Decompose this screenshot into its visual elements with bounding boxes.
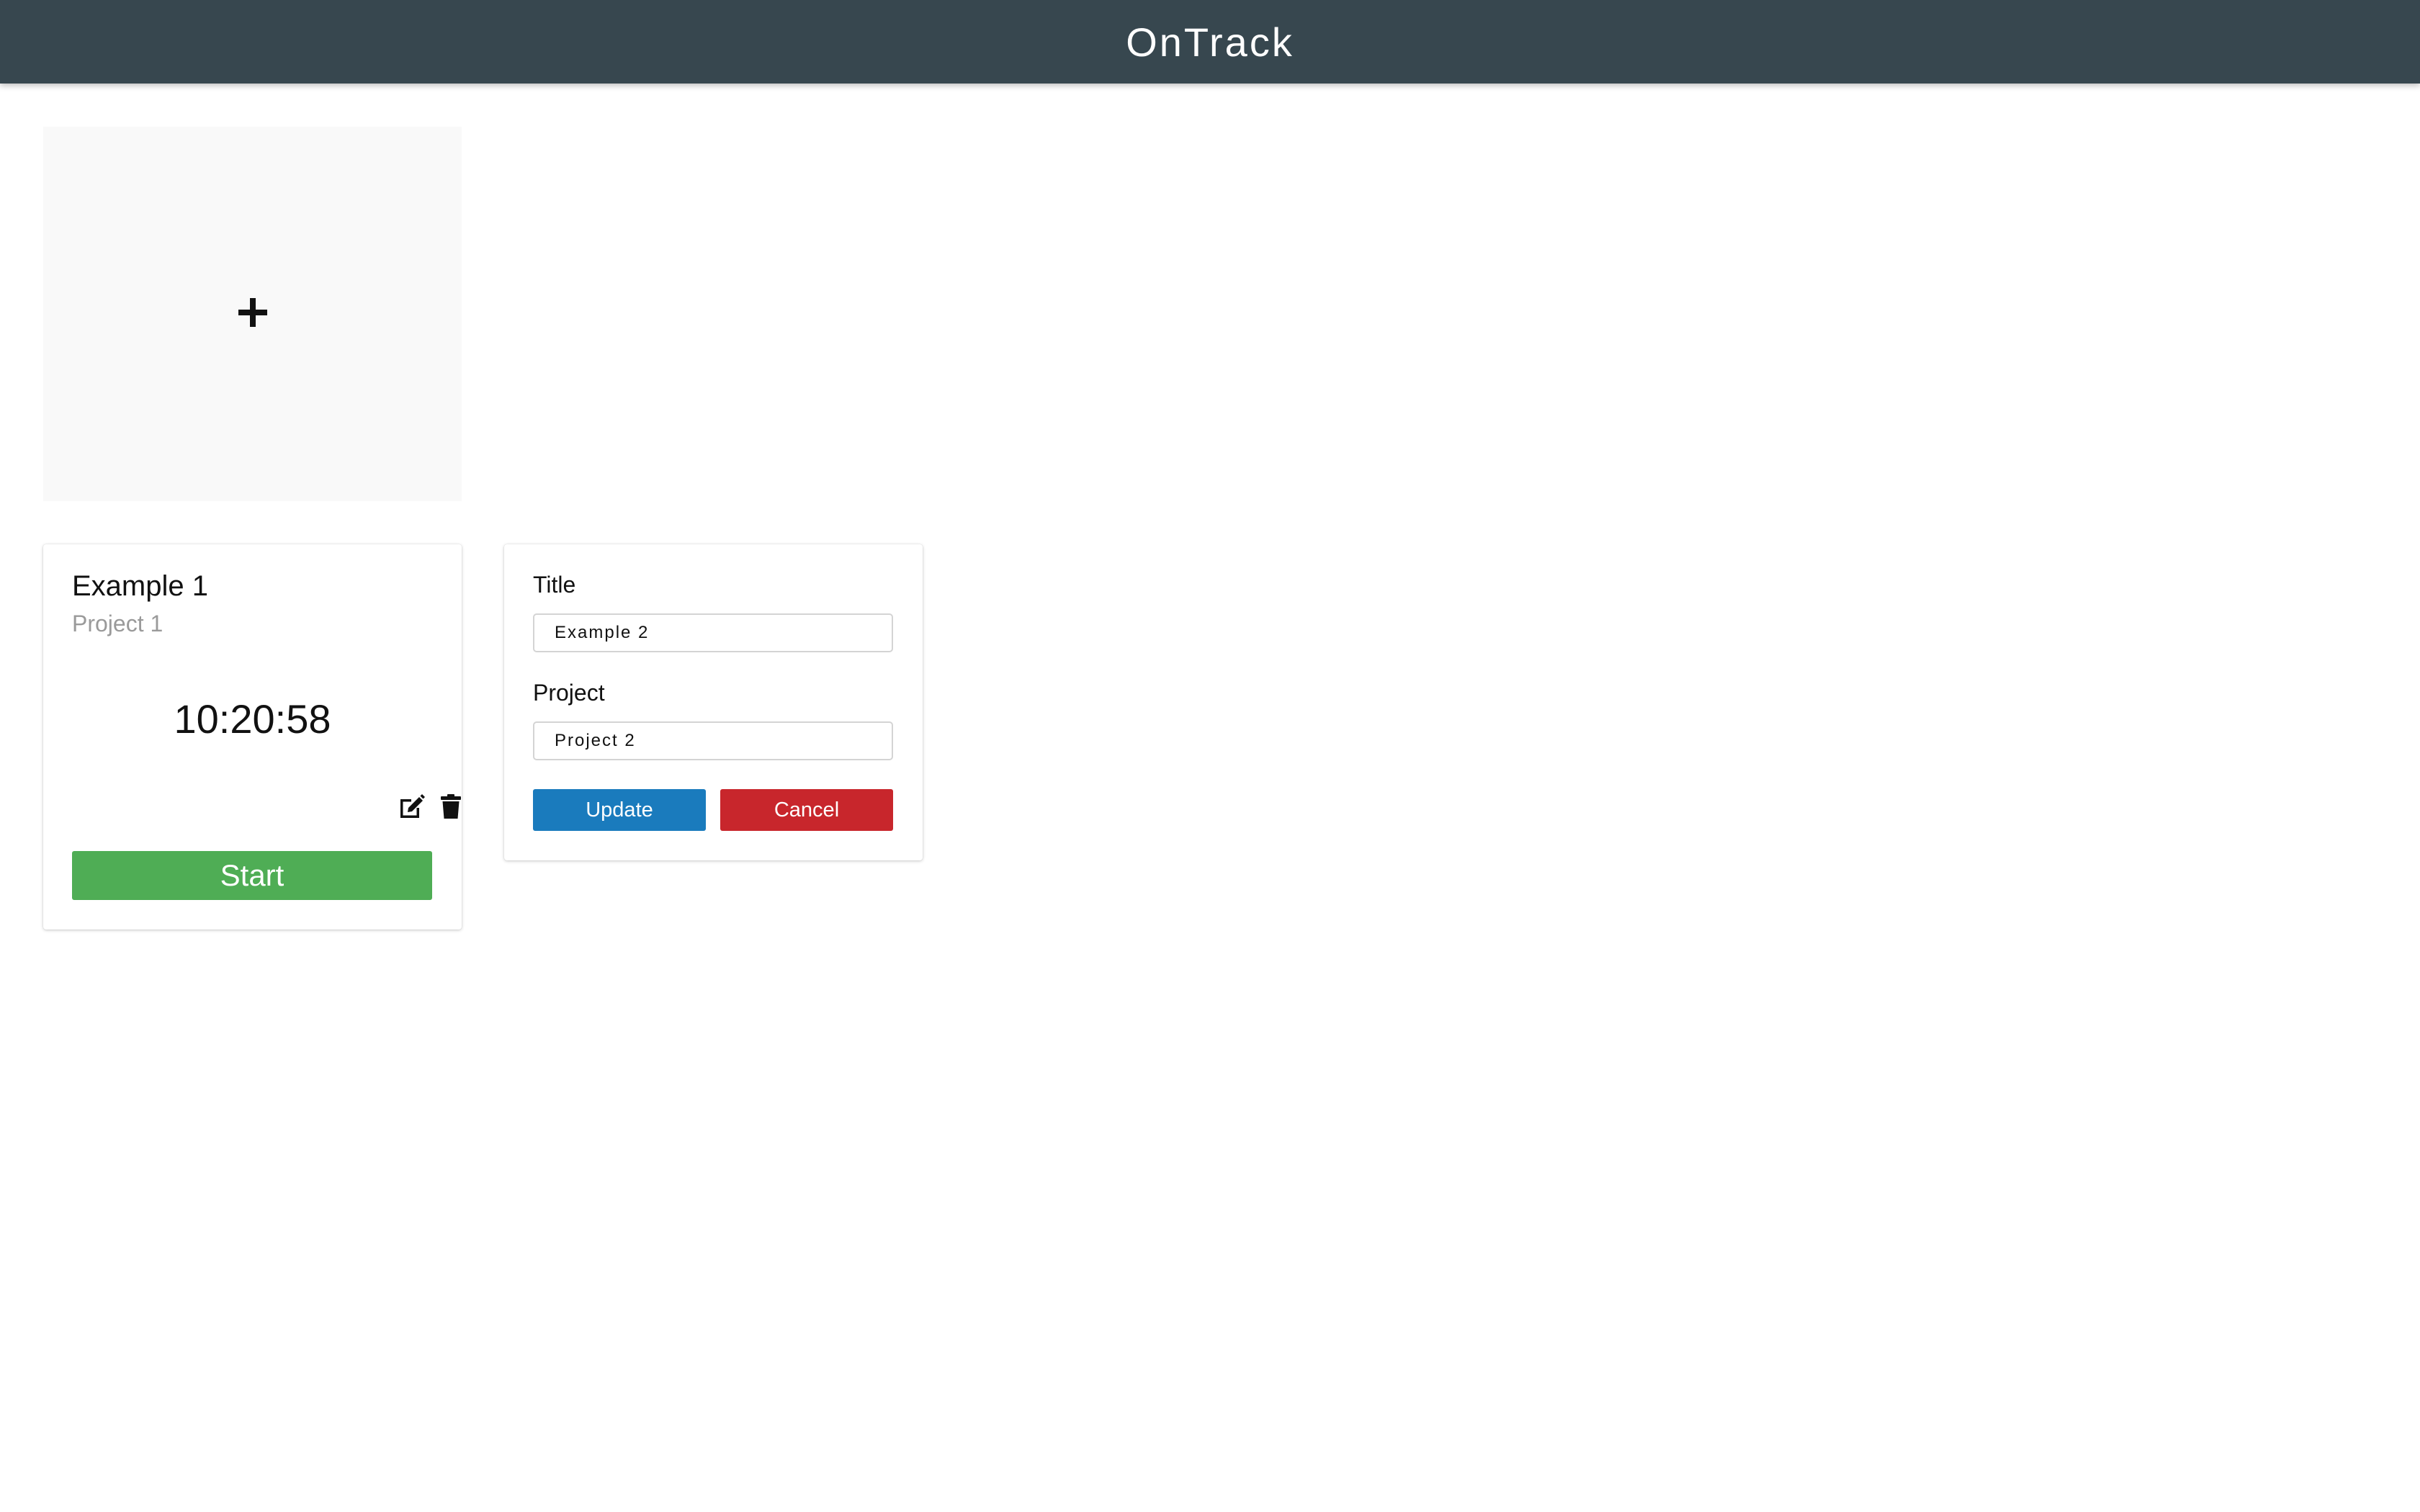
edit-icon [398, 793, 426, 823]
timer-title: Example 1 [72, 570, 208, 602]
elapsed-time: 10:20:58 [174, 696, 331, 742]
app-title: OnTrack [1126, 19, 1294, 65]
timer-card: Example 1 Project 1 10:20:58 Start [43, 544, 462, 930]
delete-button[interactable] [436, 793, 465, 822]
edit-timer-form: Title Project Update Cancel [504, 544, 923, 860]
plus-icon [237, 297, 269, 332]
update-button[interactable]: Update [533, 789, 706, 831]
start-button[interactable]: Start [72, 851, 432, 900]
project-field-label: Project [533, 680, 605, 706]
title-input[interactable] [533, 613, 893, 652]
project-input[interactable] [533, 721, 893, 760]
edit-button[interactable] [398, 793, 426, 822]
title-field-label: Title [533, 572, 576, 598]
trash-icon [440, 793, 462, 823]
timer-project: Project 1 [72, 611, 163, 636]
cancel-button[interactable]: Cancel [720, 789, 893, 831]
add-timer-button[interactable] [43, 127, 462, 501]
app-header: OnTrack [0, 0, 2420, 84]
